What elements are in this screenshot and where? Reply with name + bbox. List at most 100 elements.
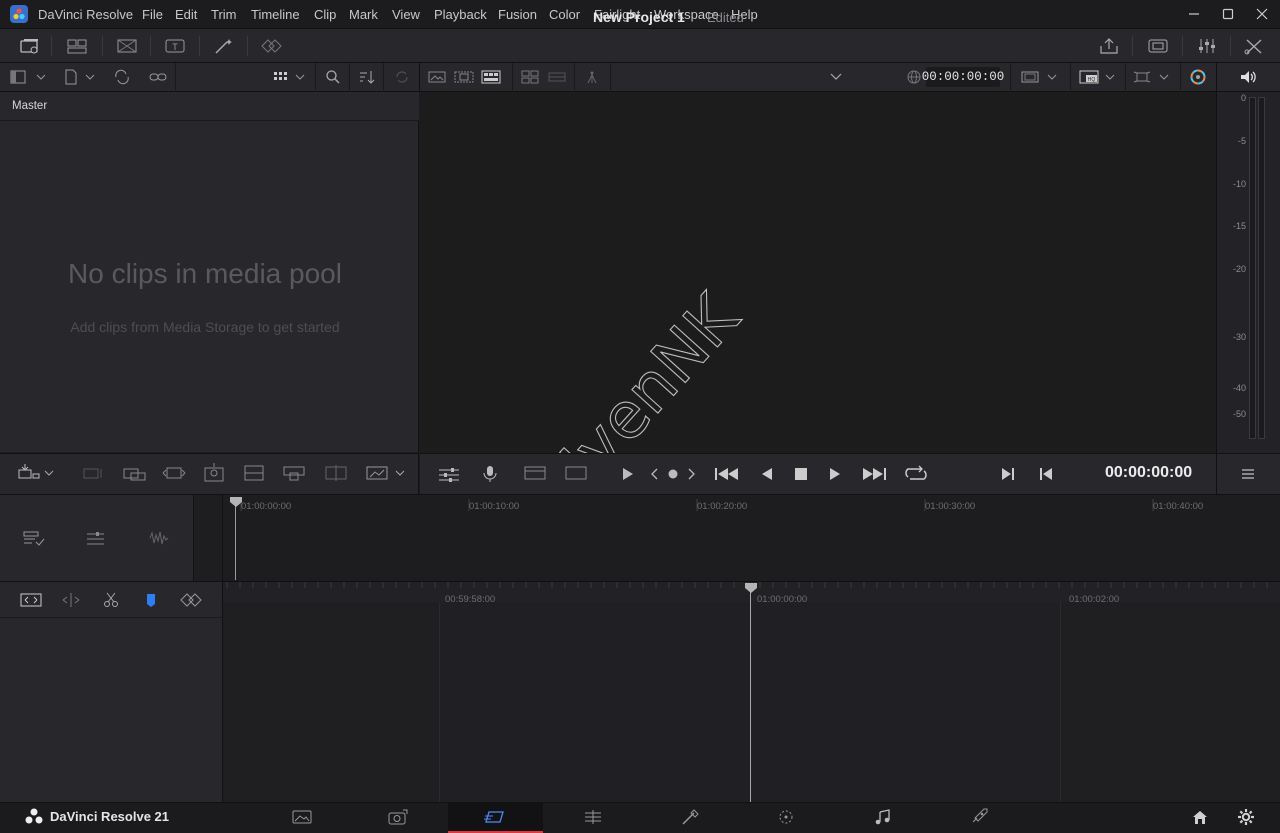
- safe-area-icon[interactable]: [582, 68, 602, 86]
- refresh-icon[interactable]: [391, 68, 413, 86]
- fairlight-page-icon[interactable]: [774, 806, 798, 828]
- mark-in-icon[interactable]: [997, 463, 1019, 485]
- loop-icon[interactable]: [902, 463, 930, 485]
- play-reverse-icon[interactable]: [616, 463, 638, 485]
- jog-control-icon[interactable]: [644, 463, 702, 485]
- playback-quality-icon[interactable]: HQ: [1078, 68, 1118, 86]
- source-viewer-icon[interactable]: [427, 68, 447, 86]
- chevron-down-icon[interactable]: [827, 68, 845, 86]
- cut-page-icon[interactable]: [386, 806, 410, 828]
- go-to-start-icon[interactable]: [713, 463, 741, 485]
- master-bin-label[interactable]: Master: [12, 100, 47, 112]
- audio-waveform-icon[interactable]: [146, 527, 174, 549]
- multicam-icon[interactable]: [520, 68, 540, 86]
- lower-playhead[interactable]: [750, 590, 751, 802]
- ripple-overwrite-icon[interactable]: [120, 462, 148, 484]
- upper-ruler[interactable]: [223, 495, 1280, 515]
- color-wheel-icon[interactable]: [1187, 67, 1209, 87]
- marker-icon[interactable]: [138, 589, 164, 611]
- relink-icon[interactable]: [110, 68, 134, 86]
- media-page-icon[interactable]: [290, 806, 314, 828]
- play-icon[interactable]: [824, 463, 846, 485]
- timeline-viewer-icon[interactable]: [480, 68, 502, 86]
- close-icon[interactable]: [1252, 4, 1272, 24]
- viewer-timecode[interactable]: 00:00:00:00: [922, 67, 1004, 87]
- replace-icon[interactable]: [280, 462, 308, 484]
- upper-playhead-handle[interactable]: [229, 496, 243, 508]
- edit-page-icon[interactable]: [483, 806, 507, 828]
- meter-scale-label: 0: [1240, 93, 1246, 103]
- deliver-page-icon[interactable]: [968, 806, 992, 828]
- timecode-globe-icon[interactable]: [905, 68, 923, 86]
- scissors-icon[interactable]: [98, 589, 124, 611]
- microphone-icon[interactable]: [479, 463, 501, 485]
- sync-bin-icon[interactable]: [65, 36, 89, 56]
- viewer-zoom-icon[interactable]: [1020, 68, 1060, 86]
- menu-mark[interactable]: Mark: [349, 7, 378, 22]
- fit-to-fill-icon[interactable]: [364, 462, 408, 484]
- dual-viewer-icon[interactable]: [453, 68, 475, 86]
- close-up-icon[interactable]: [160, 462, 188, 484]
- grid-view-icon[interactable]: [272, 68, 308, 86]
- home-icon[interactable]: [1189, 807, 1211, 827]
- options-menu-icon[interactable]: [1237, 463, 1259, 485]
- filmstrip-icon[interactable]: [547, 68, 567, 86]
- trim-tool-icon[interactable]: [58, 589, 84, 611]
- source-overwrite-icon[interactable]: [240, 462, 268, 484]
- mark-out-icon[interactable]: [1035, 463, 1057, 485]
- separator: [102, 36, 103, 56]
- effects-wand-icon[interactable]: [212, 36, 236, 56]
- volume-icon[interactable]: [1237, 68, 1259, 86]
- track-settings-icon[interactable]: [83, 527, 111, 549]
- track-lock-icon[interactable]: [20, 527, 48, 549]
- stop-icon[interactable]: [790, 463, 812, 485]
- media-import-icon[interactable]: [18, 36, 42, 56]
- menu-file[interactable]: File: [142, 7, 163, 22]
- separator: [512, 63, 513, 92]
- append-end-icon[interactable]: [80, 462, 108, 484]
- meter-scale-label: -15: [1232, 221, 1246, 231]
- new-bin-icon[interactable]: [62, 68, 98, 86]
- sort-icon[interactable]: [356, 68, 378, 86]
- separator: [1125, 63, 1126, 92]
- menu-color[interactable]: Color: [549, 7, 580, 22]
- color-page-icon[interactable]: [678, 806, 702, 828]
- menu-timeline[interactable]: Timeline: [251, 7, 300, 22]
- go-to-end-icon[interactable]: [860, 463, 888, 485]
- menu-trim[interactable]: Trim: [211, 7, 237, 22]
- link-icon[interactable]: [146, 68, 170, 86]
- snapping-icon[interactable]: [178, 589, 206, 611]
- minimize-icon[interactable]: [1184, 4, 1204, 24]
- separator: [315, 63, 316, 92]
- transform-overlay-icon[interactable]: [1132, 68, 1172, 86]
- menu-playback[interactable]: Playback: [434, 7, 487, 22]
- menu-view[interactable]: View: [392, 7, 420, 22]
- smart-insert-icon[interactable]: [16, 462, 56, 484]
- mixer-icon[interactable]: [1195, 36, 1219, 56]
- place-on-top-icon[interactable]: [200, 462, 228, 484]
- titles-icon[interactable]: T: [163, 36, 187, 56]
- tools-icon[interactable]: [1242, 36, 1266, 56]
- play-backward-icon[interactable]: [756, 463, 778, 485]
- zoom-to-fit-icon[interactable]: [18, 589, 44, 611]
- upper-playhead[interactable]: [235, 502, 236, 580]
- export-icon[interactable]: [1097, 36, 1121, 56]
- playhead-timecode[interactable]: 00:00:00:00: [1105, 464, 1192, 482]
- fullscreen-viewer-icon[interactable]: [1146, 36, 1170, 56]
- lower-playhead-handle[interactable]: [744, 582, 758, 594]
- audio-settings-icon[interactable]: [436, 463, 462, 485]
- music-page-icon[interactable]: [871, 806, 895, 828]
- keyer-icon[interactable]: [259, 36, 285, 56]
- menu-fusion[interactable]: Fusion: [498, 7, 537, 22]
- menu-clip[interactable]: Clip: [314, 7, 336, 22]
- search-icon[interactable]: [322, 68, 344, 86]
- clip-viewer-icon[interactable]: [521, 463, 549, 485]
- split-clip-icon[interactable]: [322, 462, 350, 484]
- fusion-page-icon[interactable]: [581, 806, 605, 828]
- menu-edit[interactable]: Edit: [175, 7, 197, 22]
- panel-toggle-icon[interactable]: [8, 68, 46, 86]
- settings-gear-icon[interactable]: [1235, 807, 1257, 827]
- timeline-viewer-toggle-icon[interactable]: [562, 463, 590, 485]
- transitions-icon[interactable]: [115, 36, 139, 56]
- maximize-icon[interactable]: [1218, 4, 1238, 24]
